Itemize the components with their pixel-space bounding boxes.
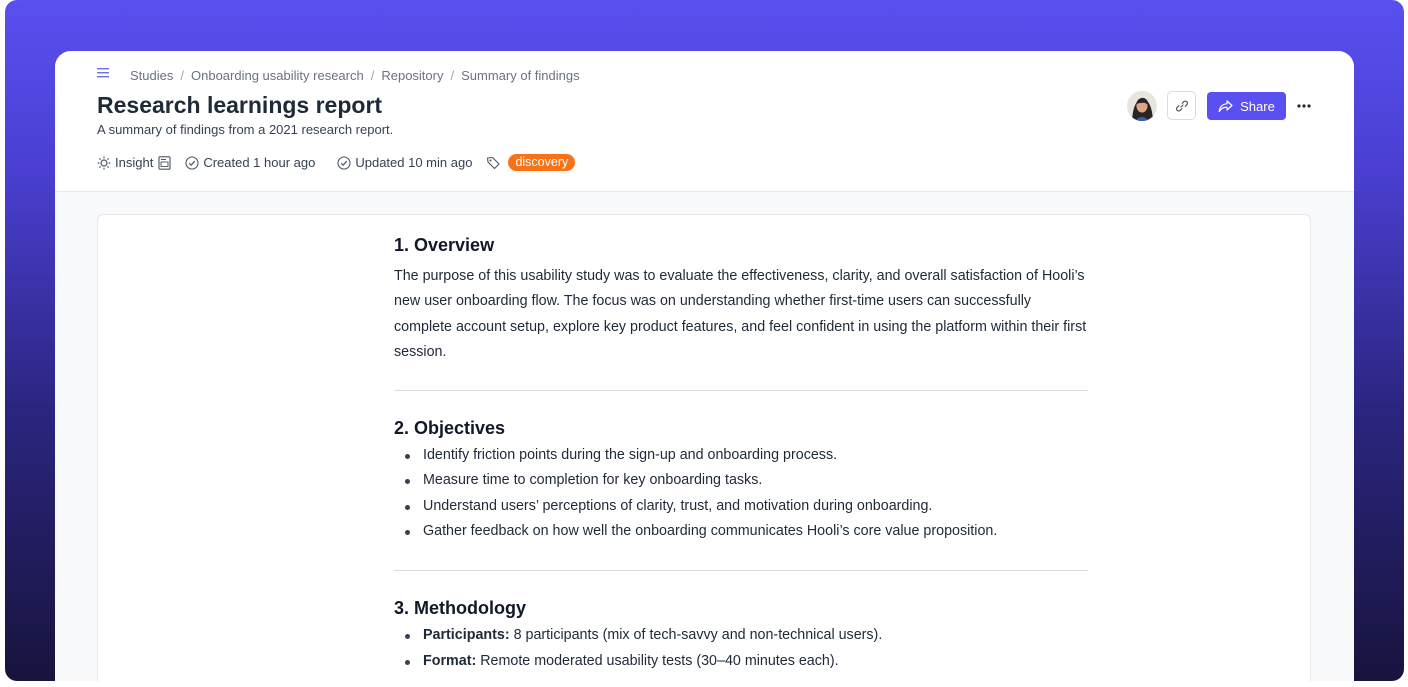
- list-item: Understand users’ perceptions of clarity…: [394, 494, 1088, 519]
- document-body[interactable]: 1. Overview The purpose of this usabilit…: [394, 235, 1088, 674]
- page-subtitle: A summary of findings from a 2021 resear…: [97, 122, 394, 137]
- breadcrumb-separator: /: [370, 68, 375, 83]
- page-title: Research learnings report: [97, 92, 383, 118]
- check-circle-icon: [185, 155, 199, 170]
- list-item: Format: Remote moderated usability tests…: [394, 649, 1088, 674]
- app-background: Studies / Onboarding usability research …: [5, 0, 1404, 681]
- breadcrumb-studies[interactable]: Studies: [130, 68, 173, 83]
- content-area: 1. Overview The purpose of this usabilit…: [55, 192, 1354, 681]
- share-icon: [1218, 99, 1233, 112]
- updated-info: Updated 10 min ago: [337, 155, 472, 170]
- section-heading-methodology: 3. Methodology: [394, 598, 526, 619]
- more-options-button[interactable]: [1295, 94, 1313, 118]
- avatar-image: [1127, 91, 1157, 121]
- breadcrumb-separator: /: [450, 68, 455, 83]
- breadcrumb-summary-of-findings[interactable]: Summary of findings: [461, 68, 580, 83]
- meta-row: Insight Created 1 hour ago Updated 10 mi…: [97, 154, 576, 171]
- list-item: Identify friction points during the sign…: [394, 443, 1088, 468]
- list-item: Measure time to completion for key onboa…: [394, 468, 1088, 493]
- methodology-list: Participants: 8 participants (mix of tec…: [394, 623, 1088, 674]
- section-divider: [394, 390, 1088, 392]
- created-info: Created 1 hour ago: [185, 155, 315, 170]
- pdf-icon[interactable]: [158, 155, 171, 170]
- item-label: Participants:: [423, 627, 510, 644]
- item-text: 8 participants (mix of tech-savvy and no…: [509, 627, 883, 644]
- item-label: Format:: [423, 652, 477, 669]
- tags: discovery: [486, 154, 576, 171]
- avatar[interactable]: [1127, 91, 1157, 121]
- breadcrumb: Studies / Onboarding usability research …: [130, 68, 580, 83]
- section-divider: [394, 570, 1088, 572]
- objectives-list: Identify friction points during the sign…: [394, 443, 1088, 544]
- overview-paragraph: The purpose of this usability study was …: [394, 268, 1087, 360]
- more-horizontal-icon: [1297, 104, 1311, 108]
- insight-type[interactable]: Insight: [97, 155, 171, 170]
- share-button[interactable]: Share: [1207, 92, 1286, 120]
- check-circle-icon: [337, 155, 351, 170]
- link-icon: [1175, 100, 1188, 111]
- page-header: Studies / Onboarding usability research …: [55, 51, 1354, 192]
- breadcrumb-onboarding-usability-research[interactable]: Onboarding usability research: [191, 68, 364, 83]
- section-heading-objectives: 2. Objectives: [394, 418, 506, 439]
- breadcrumb-repository[interactable]: Repository: [381, 68, 443, 83]
- app-window: Studies / Onboarding usability research …: [55, 51, 1354, 681]
- breadcrumb-separator: /: [180, 68, 184, 83]
- insight-label: Insight: [115, 155, 154, 170]
- item-text: Remote moderated usability tests (30–40 …: [476, 652, 839, 669]
- lightbulb-icon: [97, 156, 111, 169]
- menu-icon[interactable]: [97, 67, 111, 79]
- copy-link-button[interactable]: [1167, 91, 1196, 120]
- share-label: Share: [1240, 98, 1275, 114]
- updated-text: Updated 10 min ago: [355, 155, 473, 170]
- tag-discovery[interactable]: discovery: [508, 154, 576, 171]
- list-item: Gather feedback on how well the onboardi…: [394, 519, 1088, 544]
- list-item: Participants: 8 participants (mix of tec…: [394, 623, 1088, 648]
- tag-icon[interactable]: [486, 156, 501, 170]
- section-heading-overview: 1. Overview: [394, 235, 495, 255]
- created-text: Created 1 hour ago: [203, 155, 316, 170]
- document-card: 1. Overview The purpose of this usabilit…: [97, 214, 1311, 681]
